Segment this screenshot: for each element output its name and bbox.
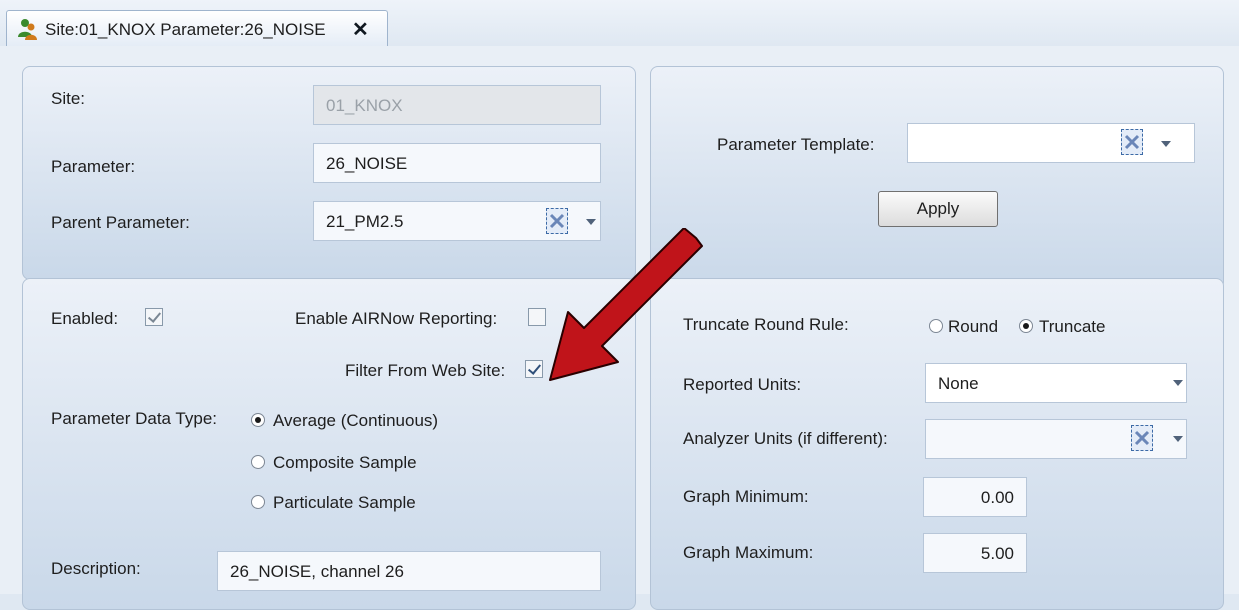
close-icon[interactable]: ✕ [352, 17, 369, 42]
users-icon [18, 19, 37, 40]
enabled-label: Enabled: [51, 309, 119, 328]
template-panel: Parameter Template: Apply [650, 66, 1224, 290]
parent-parameter-label: Parent Parameter: [51, 213, 190, 232]
radio-truncate-label[interactable]: Truncate [1039, 317, 1105, 337]
template-dropdown-arrow-icon[interactable] [1161, 141, 1171, 147]
description-field[interactable]: 26_NOISE, channel 26 [217, 551, 601, 591]
annotation-arrow-icon [549, 228, 703, 381]
tab-title: Site:01_KNOX Parameter:26_NOISE [45, 20, 326, 39]
description-label: Description: [51, 559, 141, 578]
parameter-field[interactable]: 26_NOISE [313, 143, 601, 183]
analyzer-units-label: Analyzer Units (if different): [683, 429, 888, 448]
graph-maximum-label: Graph Maximum: [683, 543, 814, 562]
graph-maximum-field[interactable]: 5.00 [923, 533, 1027, 573]
units-panel: Truncate Round Rule: Round Truncate Repo… [650, 278, 1224, 610]
analyzer-dropdown-arrow-icon[interactable] [1173, 436, 1183, 442]
radio-average[interactable] [251, 413, 265, 427]
radio-truncate[interactable] [1019, 319, 1033, 333]
radio-average-label[interactable]: Average (Continuous) [273, 411, 438, 431]
graph-minimum-label: Graph Minimum: [683, 487, 809, 506]
apply-button[interactable]: Apply [878, 191, 998, 227]
parent-parameter-value: 21_PM2.5 [326, 212, 404, 231]
radio-composite-label[interactable]: Composite Sample [273, 453, 417, 473]
radio-composite[interactable] [251, 455, 265, 469]
parameter-template-combobox[interactable] [907, 123, 1195, 163]
reported-units-dropdown-arrow-icon[interactable] [1173, 380, 1183, 386]
site-panel: Site: 01_KNOX Parameter: 26_NOISE Parent… [22, 66, 636, 280]
airnow-checkbox[interactable] [528, 308, 546, 326]
site-label: Site: [51, 89, 86, 108]
data-type-label: Parameter Data Type: [51, 409, 217, 428]
filter-checkbox[interactable] [525, 360, 543, 378]
parent-dropdown-arrow-icon[interactable] [586, 219, 596, 225]
radio-particulate[interactable] [251, 495, 265, 509]
settings-panel: Enabled: Enable AIRNow Reporting: Filter… [22, 278, 636, 610]
parameter-label: Parameter: [51, 157, 136, 176]
reported-units-select[interactable]: None [925, 363, 1187, 403]
clear-analyzer-icon[interactable] [1131, 425, 1153, 451]
airnow-label: Enable AIRNow Reporting: [295, 309, 498, 328]
radio-round-label[interactable]: Round [948, 317, 998, 337]
radio-particulate-label[interactable]: Particulate Sample [273, 493, 416, 513]
site-field: 01_KNOX [313, 85, 601, 125]
tab-strip: Site:01_KNOX Parameter:26_NOISE ✕ [0, 0, 1239, 47]
tab-site-parameter[interactable]: Site:01_KNOX Parameter:26_NOISE ✕ [6, 10, 388, 47]
filter-label: Filter From Web Site: [345, 361, 506, 380]
radio-round[interactable] [929, 319, 943, 333]
clear-template-icon[interactable] [1121, 129, 1143, 155]
parameter-template-label: Parameter Template: [717, 135, 875, 154]
enabled-checkbox[interactable] [145, 308, 163, 326]
graph-minimum-field[interactable]: 0.00 [923, 477, 1027, 517]
